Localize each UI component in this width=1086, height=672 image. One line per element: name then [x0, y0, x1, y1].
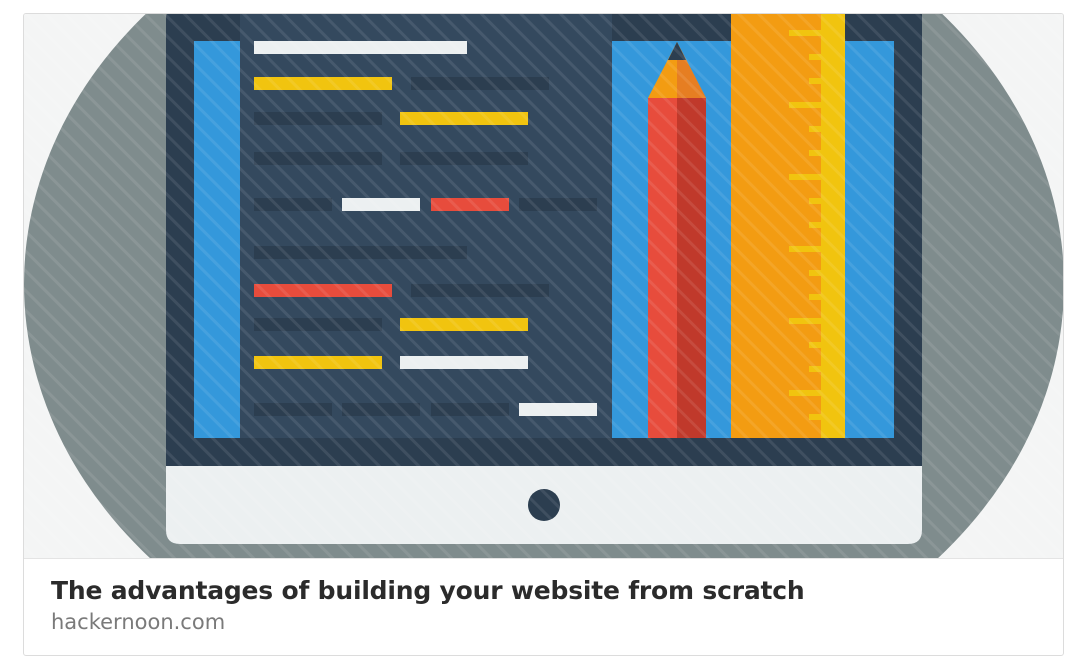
divider — [24, 558, 1063, 559]
preview-meta: The advantages of building your website … — [51, 572, 1043, 636]
stripe-overlay — [24, 14, 1063, 558]
preview-image[interactable] — [24, 14, 1063, 558]
preview-title[interactable]: The advantages of building your website … — [51, 572, 1043, 610]
monitor-code-illustration-icon — [24, 14, 1063, 558]
preview-domain: hackernoon.com — [51, 610, 226, 634]
link-preview-card[interactable]: The advantages of building your website … — [23, 13, 1064, 656]
